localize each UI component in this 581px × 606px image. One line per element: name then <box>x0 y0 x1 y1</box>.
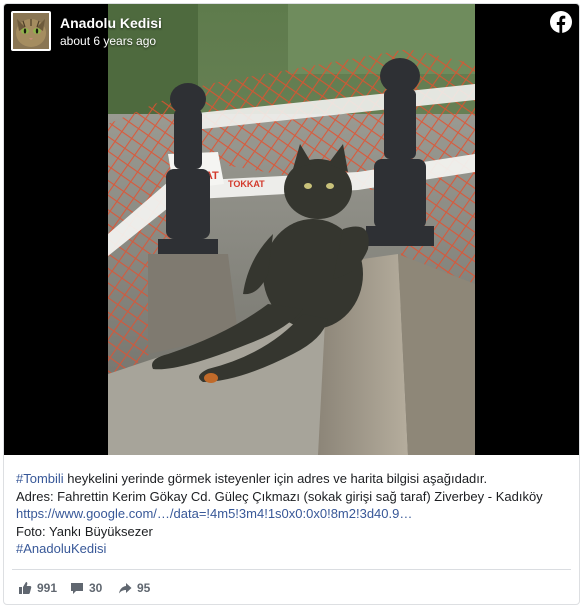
facebook-post-card: DİKKAT TOKKAT <box>3 3 580 605</box>
hashtag-tombili-link[interactable]: #Tombili <box>16 471 64 486</box>
post-stats-bar: 991 30 95 <box>12 569 571 604</box>
post-media[interactable]: DİKKAT TOKKAT <box>4 4 579 455</box>
share-arrow-icon <box>119 583 132 594</box>
photo-credit: Foto: Yankı Büyüksezer <box>16 523 153 539</box>
post-text: #Tombili heykelini yerinde görmek isteye… <box>16 470 566 558</box>
tombili-statue-image: DİKKAT TOKKAT <box>108 4 475 455</box>
comment-bubble-icon <box>71 583 83 594</box>
map-link[interactable]: https://www.google.com/…/data=!4m5!3m4!1… <box>16 505 566 523</box>
post-text-line-1-rest: heykelini yerinde görmek isteyenler için… <box>63 471 488 486</box>
shares-count: 95 <box>137 581 151 595</box>
post-photo[interactable]: DİKKAT TOKKAT <box>108 4 475 455</box>
likes-count: 991 <box>37 581 58 595</box>
likes-stat[interactable]: 991 <box>18 580 57 596</box>
page-avatar[interactable] <box>11 11 51 51</box>
tape-text-2: TOKKAT <box>228 179 265 189</box>
comments-count: 30 <box>89 581 103 595</box>
shares-stat[interactable]: 95 <box>118 580 150 596</box>
thumbs-up-icon <box>19 582 32 594</box>
post-timestamp[interactable]: about 6 years ago <box>60 34 156 48</box>
post-text-line-1: #Tombili heykelini yerinde görmek isteye… <box>16 470 566 488</box>
post-text-address: Adres: Fahrettin Kerim Gökay Cd. Güleç Ç… <box>16 488 543 504</box>
hashtag-anadolukedisi-link[interactable]: #AnadoluKedisi <box>16 540 566 558</box>
page-name[interactable]: Anadolu Kedisi <box>60 15 162 31</box>
cat-face-icon <box>13 13 49 49</box>
comments-stat[interactable]: 30 <box>70 580 102 596</box>
post-header: Anadolu Kedisi about 6 years ago <box>4 4 579 64</box>
facebook-logo-icon[interactable] <box>550 11 572 34</box>
